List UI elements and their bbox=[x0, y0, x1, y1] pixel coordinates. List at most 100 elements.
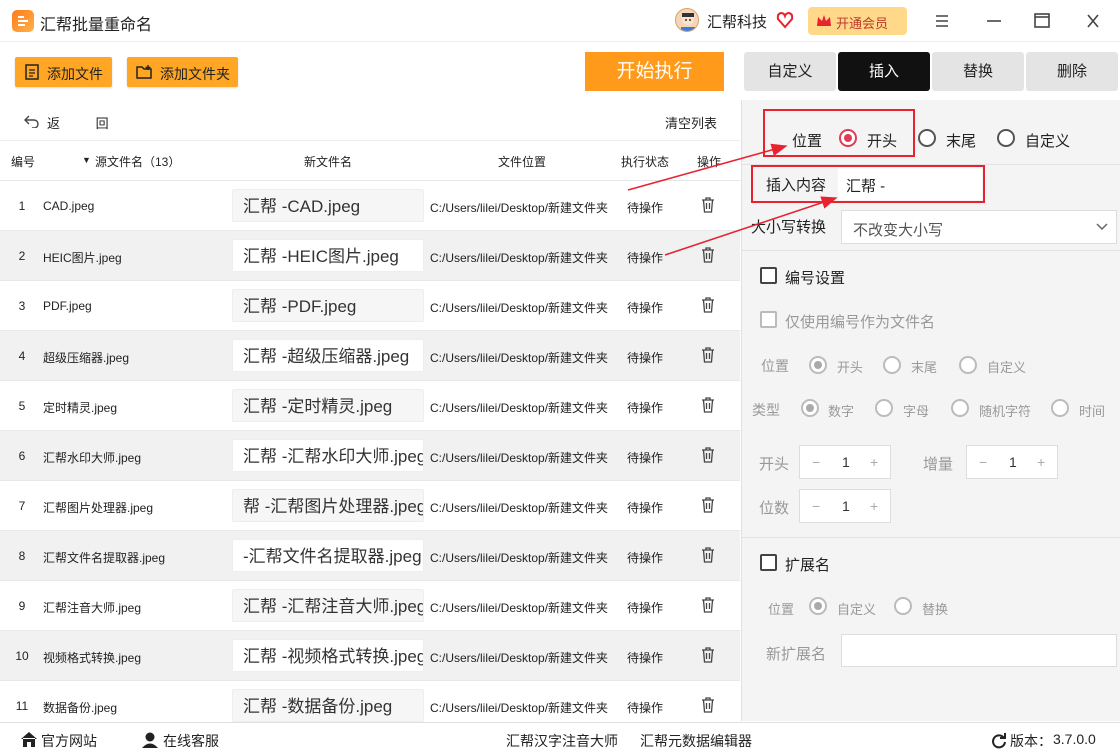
clear-list-button[interactable]: 清空列表 bbox=[665, 113, 717, 132]
only-number-checkbox[interactable] bbox=[760, 311, 777, 328]
tab-insert[interactable]: 插入 bbox=[838, 52, 930, 91]
numbering-title[interactable]: 编号设置 bbox=[785, 267, 845, 288]
step-stepper[interactable]: − 1 + bbox=[966, 445, 1058, 479]
row-status: 待操作 bbox=[627, 551, 664, 565]
ext-custom-radio[interactable] bbox=[809, 597, 827, 615]
plus-icon[interactable]: + bbox=[1037, 454, 1045, 470]
ext-replace-label[interactable]: 替换 bbox=[922, 599, 948, 618]
service-link[interactable]: 在线客服 bbox=[163, 731, 219, 751]
avatar[interactable] bbox=[675, 8, 699, 32]
type-digit-label[interactable]: 数字 bbox=[828, 401, 854, 420]
num-type-label: 类型 bbox=[752, 402, 780, 418]
position-custom-label[interactable]: 自定义 bbox=[1025, 130, 1070, 151]
trash-icon[interactable] bbox=[701, 447, 715, 466]
footer-link-pinyin[interactable]: 汇帮汉字注音大师 bbox=[506, 731, 618, 751]
num-pos-start-radio[interactable] bbox=[809, 356, 827, 374]
type-random-label[interactable]: 随机字符 bbox=[979, 401, 1031, 420]
table-row[interactable]: 3 PDF.jpeg 汇帮 -PDF.jpeg C:/Users/lilei/Desk… bbox=[0, 281, 740, 331]
position-custom-radio[interactable] bbox=[997, 129, 1015, 147]
ext-custom-label[interactable]: 自定义 bbox=[837, 599, 876, 618]
position-start-label[interactable]: 开头 bbox=[867, 130, 897, 151]
row-new-name: 汇帮 -CAD.jpeg bbox=[232, 189, 424, 222]
num-pos-custom-label[interactable]: 自定义 bbox=[987, 357, 1026, 376]
trash-icon[interactable] bbox=[701, 647, 715, 666]
row-index: 10 bbox=[15, 649, 29, 663]
table-row[interactable]: 8 汇帮文件名提取器.jpeg -汇帮文件名提取器.jpeg C:/Users/li… bbox=[0, 531, 740, 581]
minus-icon[interactable]: − bbox=[812, 454, 820, 470]
tab-custom[interactable]: 自定义 bbox=[744, 52, 836, 91]
tab-delete[interactable]: 删除 bbox=[1026, 52, 1118, 91]
table-row[interactable]: 1 CAD.jpeg 汇帮 -CAD.jpeg C:/Users/lilei/Desk… bbox=[0, 181, 740, 231]
col-new-name: 新文件名 bbox=[304, 155, 353, 169]
plus-icon[interactable]: + bbox=[870, 454, 878, 470]
divider bbox=[742, 250, 1120, 251]
num-pos-start-label[interactable]: 开头 bbox=[837, 357, 863, 376]
plus-icon[interactable]: + bbox=[870, 498, 878, 514]
numbering-checkbox[interactable] bbox=[760, 267, 777, 284]
sort-down-icon[interactable]: ▼ bbox=[82, 155, 91, 165]
digits-stepper[interactable]: − 1 + bbox=[799, 489, 891, 523]
row-status: 待操作 bbox=[627, 601, 664, 615]
row-source-name: 汇帮图片处理器.jpeg bbox=[43, 501, 154, 515]
minus-icon[interactable]: − bbox=[812, 498, 820, 514]
vip-button-label: 开通会员 bbox=[836, 16, 889, 31]
position-start-radio[interactable] bbox=[839, 129, 857, 147]
footer-link-metadata[interactable]: 汇帮元数据编辑器 bbox=[640, 731, 752, 751]
vip-button[interactable]: 开通会员 bbox=[808, 7, 907, 35]
add-file-button[interactable]: 添加文件 bbox=[15, 57, 112, 87]
type-time-radio[interactable] bbox=[1051, 399, 1069, 417]
add-folder-button[interactable]: 添加文件夹 bbox=[127, 57, 238, 87]
num-pos-label: 位置 bbox=[761, 358, 789, 374]
type-letter-label[interactable]: 字母 bbox=[903, 401, 929, 420]
ext-replace-radio[interactable] bbox=[894, 597, 912, 615]
extension-title[interactable]: 扩展名 bbox=[785, 554, 830, 575]
start-number-stepper[interactable]: − 1 + bbox=[799, 445, 891, 479]
trash-icon[interactable] bbox=[701, 247, 715, 266]
trash-icon[interactable] bbox=[701, 597, 715, 616]
case-select[interactable]: 不改变大小写 bbox=[841, 210, 1117, 244]
type-time-label[interactable]: 时间 bbox=[1079, 401, 1105, 420]
position-end-label[interactable]: 末尾 bbox=[946, 130, 976, 151]
only-number-label[interactable]: 仅使用编号作为文件名 bbox=[785, 311, 935, 332]
type-random-radio[interactable] bbox=[951, 399, 969, 417]
type-letter-radio[interactable] bbox=[875, 399, 893, 417]
row-index: 1 bbox=[18, 199, 26, 213]
position-end-radio[interactable] bbox=[918, 129, 936, 147]
trash-icon[interactable] bbox=[701, 547, 715, 566]
table-row[interactable]: 10 视频格式转换.jpeg 汇帮 -视频格式转换.jpeg C:/Users/lil… bbox=[0, 631, 740, 681]
num-pos-custom-radio[interactable] bbox=[959, 356, 977, 374]
row-path: C:/Users/lilei/Desktop/新建文件夹 bbox=[430, 251, 609, 265]
close-icon[interactable] bbox=[1081, 10, 1105, 32]
trash-icon[interactable] bbox=[701, 347, 715, 366]
col-source[interactable]: 源文件名（13） bbox=[95, 153, 180, 170]
table-row[interactable]: 5 定时精灵.jpeg 汇帮 -定时精灵.jpeg C:/Users/lilei/De… bbox=[0, 381, 740, 431]
menu-icon[interactable] bbox=[930, 10, 954, 32]
row-status: 待操作 bbox=[627, 301, 664, 315]
type-digit-radio[interactable] bbox=[801, 399, 819, 417]
table-row[interactable]: 6 汇帮水印大师.jpeg 汇帮 -汇帮水印大师.jpeg C:/Users/lile… bbox=[0, 431, 740, 481]
trash-icon[interactable] bbox=[701, 697, 715, 716]
maximize-icon[interactable] bbox=[1030, 10, 1054, 32]
table-row[interactable]: 4 超级压缩器.jpeg 汇帮 -超级压缩器.jpeg C:/Users/lilei/… bbox=[0, 331, 740, 381]
start-button[interactable]: 开始执行 bbox=[585, 52, 724, 91]
insert-input[interactable]: 汇帮 - bbox=[838, 168, 982, 200]
num-pos-end-radio[interactable] bbox=[883, 356, 901, 374]
extension-checkbox[interactable] bbox=[760, 554, 777, 571]
website-link[interactable]: 官方网站 bbox=[41, 731, 97, 751]
row-new-name: 汇帮 -视频格式转换.jpeg bbox=[232, 639, 424, 672]
table-row[interactable]: 9 汇帮注音大师.jpeg 汇帮 -汇帮注音大师.jpeg C:/Users/lile… bbox=[0, 581, 740, 631]
step-value: 1 bbox=[1009, 454, 1017, 470]
table-row[interactable]: 7 汇帮图片处理器.jpeg 帮 -汇帮图片处理器.jpeg C:/Users/lil… bbox=[0, 481, 740, 531]
num-pos-end-label[interactable]: 末尾 bbox=[911, 357, 937, 376]
minus-icon[interactable]: − bbox=[979, 454, 987, 470]
row-path: C:/Users/lilei/Desktop/新建文件夹 bbox=[430, 301, 609, 315]
trash-icon[interactable] bbox=[701, 297, 715, 316]
user-name[interactable]: 汇帮科技 bbox=[707, 11, 767, 32]
trash-icon[interactable] bbox=[701, 397, 715, 416]
new-ext-input[interactable] bbox=[841, 634, 1117, 667]
minimize-icon[interactable] bbox=[982, 10, 1006, 32]
trash-icon[interactable] bbox=[701, 497, 715, 516]
trash-icon[interactable] bbox=[701, 197, 715, 216]
tab-replace[interactable]: 替换 bbox=[932, 52, 1024, 91]
table-row[interactable]: 2 HEIC图片.jpeg 汇帮 -HEIC图片.jpeg C:/Users/lile… bbox=[0, 231, 740, 281]
